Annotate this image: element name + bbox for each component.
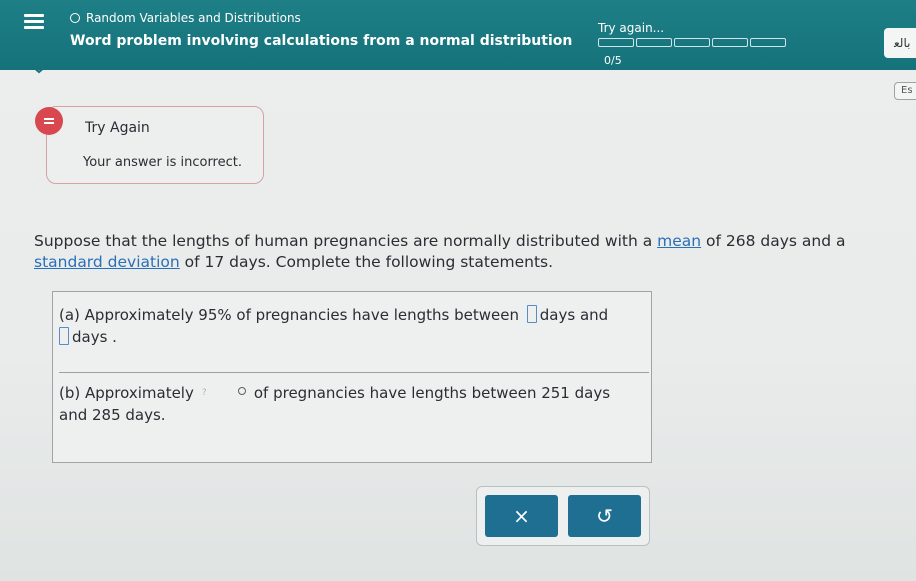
progress-segment [750,38,786,47]
progress-segment [674,38,710,47]
select-placeholder: ? [201,388,207,398]
standard-deviation-link[interactable]: standard deviation [34,253,180,271]
problem-text: of 268 days and a [701,232,846,250]
topic-circle-icon [70,13,80,23]
page-title: Word problem involving calculations from… [70,33,573,49]
problem-text: of 17 days. Complete the following state… [179,253,554,271]
progress-segment [636,38,672,47]
progress-bar [598,38,786,47]
progress-segment [712,38,748,47]
language-button[interactable]: ﺑﺎﻟﻌ [884,28,916,58]
progress-label: Try again... [598,21,665,35]
part-a: (a) Approximately 95% of pregnancies hav… [59,304,644,348]
topic-row: Random Variables and Distributions [70,11,301,25]
feedback-message: Your answer is incorrect. [83,155,242,170]
part-b-text: and 285 days. [59,406,166,424]
percent-select[interactable]: ? [198,383,248,401]
part-a-text: days and [539,306,609,324]
part-a-text: days . [72,328,117,346]
topic-label: Random Variables and Distributions [86,11,301,25]
part-b-text: (b) Approximately [59,384,194,402]
answer-box: (a) Approximately 95% of pregnancies hav… [52,291,652,463]
action-bar: × ↺ [476,486,650,546]
part-a-text: (a) Approximately 95% of pregnancies hav… [59,306,524,324]
problem-text: Suppose that the lengths of human pregna… [34,232,658,250]
progress-segment [598,38,634,47]
undo-button[interactable]: ↺ [568,495,641,537]
part-b: (b) Approximately? of pregnancies have le… [59,382,644,426]
chevron-down-icon[interactable] [30,64,48,74]
part-b-text: of pregnancies have lengths between 251 … [253,384,611,402]
error-icon [35,107,63,135]
upper-bound-input[interactable] [59,327,69,345]
top-header: Random Variables and Distributions Word … [0,0,916,70]
lower-bound-input[interactable] [526,305,537,323]
clear-button[interactable]: × [485,495,558,537]
mean-link[interactable]: mean [657,232,701,250]
es-button[interactable]: Es [894,82,916,100]
feedback-title: Try Again [85,120,150,136]
problem-statement: Suppose that the lengths of human pregna… [34,231,864,273]
divider [59,372,649,373]
progress-count: 0/5 [604,54,622,67]
feedback-panel: Try Again Your answer is incorrect. [35,106,264,184]
dropdown-icon [237,387,246,395]
menu-icon[interactable] [24,14,44,30]
